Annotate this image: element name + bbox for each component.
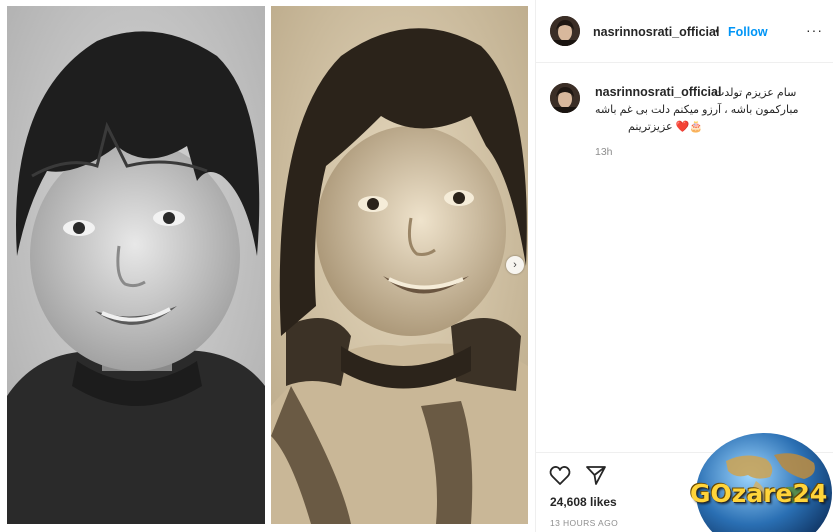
caption-avatar[interactable]	[550, 83, 580, 113]
avatar[interactable]	[550, 16, 580, 46]
caption-timestamp[interactable]: 13h	[595, 146, 613, 158]
chevron-right-icon: ›	[513, 258, 517, 271]
post-media: ›	[0, 0, 535, 532]
share-button[interactable]	[584, 463, 608, 487]
caption-text-line-1: سام عزیزم تولدت	[714, 87, 797, 99]
childhood-photo-left	[7, 6, 265, 524]
watermark-text: GOzare24	[690, 479, 828, 508]
post-author-username[interactable]: nasrinnosrati_official	[593, 25, 719, 39]
childhood-photo-right	[271, 6, 528, 524]
more-options-icon[interactable]: ···	[806, 22, 823, 38]
send-icon	[586, 466, 606, 485]
gozare24-watermark: GOzare24	[686, 431, 833, 532]
post-age[interactable]: 13 HOURS AGO	[550, 518, 618, 528]
like-button[interactable]	[548, 463, 572, 487]
caption-text-line-3: 🎂❤️ عزیزترینم	[628, 121, 704, 133]
post-header: nasrinnosrati_official • Follow ···	[536, 0, 833, 63]
separator-dot: •	[715, 24, 720, 38]
caption-username[interactable]: nasrinnosrati_official	[595, 85, 721, 99]
carousel-next-button[interactable]: ›	[506, 256, 524, 274]
heart-icon	[549, 466, 571, 485]
likes-count[interactable]: 24,608 likes	[550, 495, 617, 509]
follow-button[interactable]: Follow	[728, 25, 768, 39]
caption-text-line-2: مبارکمون باشه ، آرزو میکنم دلت بی غم باش…	[595, 104, 799, 116]
